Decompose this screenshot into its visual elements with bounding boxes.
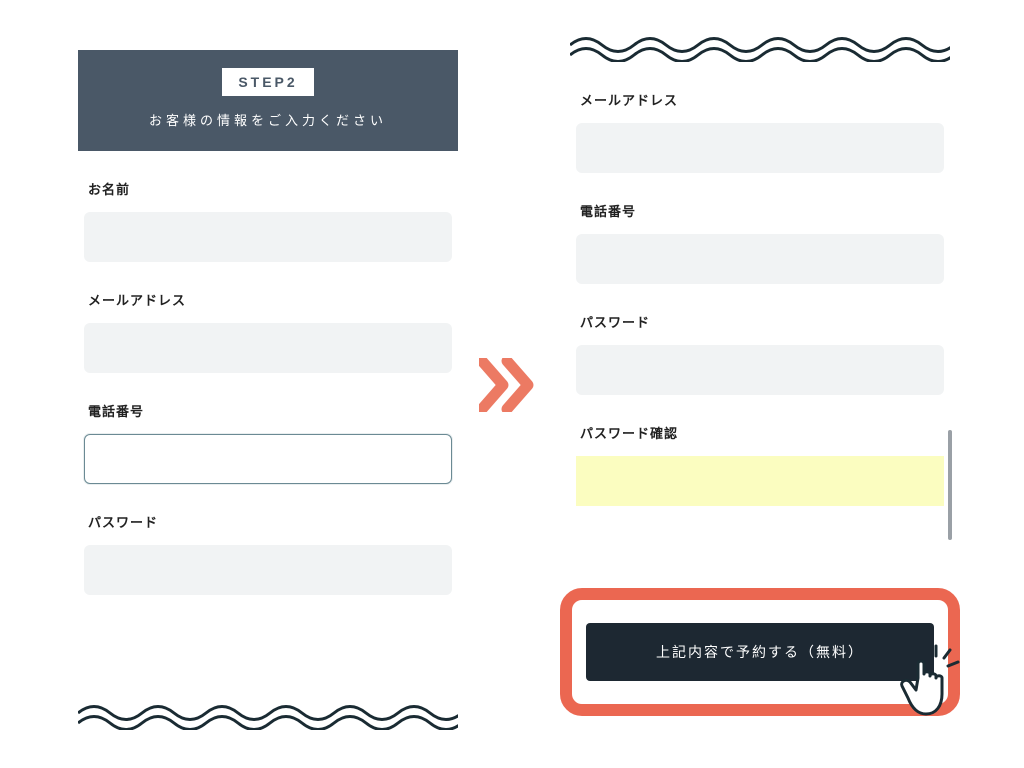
- phone-label-right: 電話番号: [576, 201, 944, 220]
- phone-input-right[interactable]: [576, 234, 944, 284]
- form-group-password-confirm: パスワード確認: [570, 423, 950, 506]
- submit-reservation-button[interactable]: 上記内容で予約する（無料）: [586, 623, 934, 681]
- left-form-panel: STEP2 お客様の情報をご入力ください お名前 メールアドレス 電話番号 パス…: [78, 50, 458, 595]
- phone-input-left[interactable]: [84, 434, 452, 484]
- step-banner: STEP2 お客様の情報をご入力ください: [78, 50, 458, 151]
- form-group-password-right: パスワード: [570, 312, 950, 395]
- arrow-chevrons-icon: [479, 358, 539, 412]
- wavy-divider-right-top: [570, 36, 950, 62]
- password-confirm-label: パスワード確認: [576, 423, 944, 442]
- name-input[interactable]: [84, 212, 452, 262]
- form-group-email-right: メールアドレス: [570, 90, 950, 173]
- scrollbar-thumb[interactable]: [948, 430, 952, 540]
- email-label-left: メールアドレス: [84, 290, 452, 309]
- phone-label-left: 電話番号: [84, 401, 452, 420]
- email-input-right[interactable]: [576, 123, 944, 173]
- pointer-hand-icon: [888, 644, 968, 724]
- form-group-phone-right: 電話番号: [570, 201, 950, 284]
- email-label-right: メールアドレス: [576, 90, 944, 109]
- password-input-left[interactable]: [84, 545, 452, 595]
- password-label-right: パスワード: [576, 312, 944, 331]
- step-subtitle: お客様の情報をご入力ください: [98, 110, 438, 129]
- form-group-phone-left: 電話番号: [78, 401, 458, 484]
- step-badge: STEP2: [222, 68, 313, 96]
- form-group-password-left: パスワード: [78, 512, 458, 595]
- password-confirm-input[interactable]: [576, 456, 944, 506]
- password-label-left: パスワード: [84, 512, 452, 531]
- right-form-panel: メールアドレス 電話番号 パスワード パスワード確認: [570, 66, 950, 506]
- wavy-divider-left-bottom: [78, 704, 458, 730]
- name-label: お名前: [84, 179, 452, 198]
- form-group-email-left: メールアドレス: [78, 290, 458, 373]
- password-input-right[interactable]: [576, 345, 944, 395]
- form-group-name: お名前: [78, 179, 458, 262]
- email-input-left[interactable]: [84, 323, 452, 373]
